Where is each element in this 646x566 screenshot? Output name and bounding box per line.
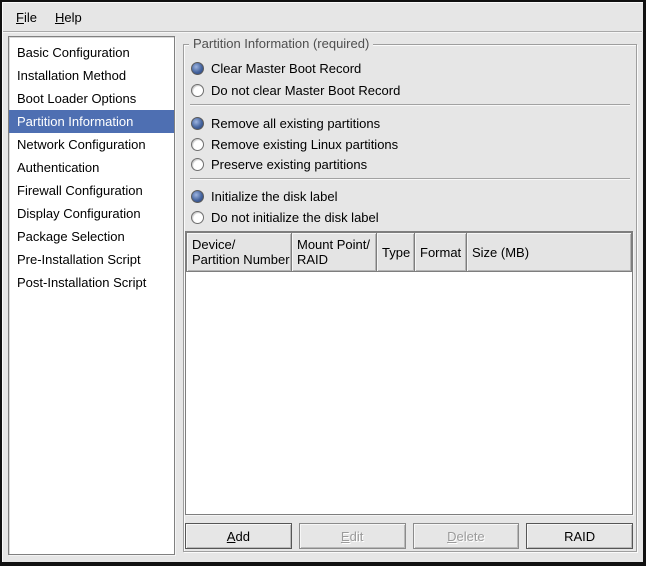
radio-label: Do not initialize the disk label <box>211 210 379 225</box>
button-label: RAID <box>564 529 595 544</box>
radio-selected-icon <box>191 190 204 203</box>
radio-label: Initialize the disk label <box>211 189 337 204</box>
separator <box>190 178 630 180</box>
header-line: Type <box>382 245 409 260</box>
radio-do-not-clear-mbr[interactable]: Do not clear Master Boot Record <box>191 80 400 100</box>
separator <box>190 104 630 106</box>
raid-button[interactable]: RAID <box>526 523 633 549</box>
kickstart-configurator-window: File Help Basic Configuration Installati… <box>0 0 646 566</box>
sidebar-item-display-configuration[interactable]: Display Configuration <box>9 202 174 225</box>
header-line: RAID <box>297 252 371 267</box>
table-header-row: Device/ Partition Number Mount Point/ RA… <box>186 232 632 272</box>
header-line: Mount Point/ <box>297 237 371 252</box>
partitions-table: Device/ Partition Number Mount Point/ RA… <box>185 231 633 515</box>
sidebar-item-pre-installation-script[interactable]: Pre-Installation Script <box>9 248 174 271</box>
menu-bar: File Help <box>3 3 642 32</box>
radio-initialize-disk-label[interactable]: Initialize the disk label <box>191 186 337 206</box>
radio-preserve-partitions[interactable]: Preserve existing partitions <box>191 154 367 174</box>
partition-information-frame: Partition Information (required) Clear M… <box>183 44 637 552</box>
radio-do-not-initialize-disk-label[interactable]: Do not initialize the disk label <box>191 207 379 227</box>
radio-label: Remove existing Linux partitions <box>211 137 398 152</box>
sidebar-item-firewall-configuration[interactable]: Firewall Configuration <box>9 179 174 202</box>
sidebar-item-installation-method[interactable]: Installation Method <box>9 64 174 87</box>
header-line: Size (MB) <box>472 245 626 260</box>
frame-title: Partition Information (required) <box>189 36 373 51</box>
table-body-empty[interactable] <box>186 272 632 514</box>
sidebar-item-boot-loader-options[interactable]: Boot Loader Options <box>9 87 174 110</box>
header-line: Partition Number <box>192 252 286 267</box>
sidebar-item-package-selection[interactable]: Package Selection <box>9 225 174 248</box>
radio-remove-all-partitions[interactable]: Remove all existing partitions <box>191 113 380 133</box>
radio-label: Preserve existing partitions <box>211 157 367 172</box>
column-header-size-mb[interactable]: Size (MB) <box>467 232 632 272</box>
radio-label: Do not clear Master Boot Record <box>211 83 400 98</box>
radio-unselected-icon <box>191 158 204 171</box>
radio-unselected-icon <box>191 84 204 97</box>
sidebar-item-authentication[interactable]: Authentication <box>9 156 174 179</box>
sidebar-item-post-installation-script[interactable]: Post-Installation Script <box>9 271 174 294</box>
category-list: Basic Configuration Installation Method … <box>8 36 175 555</box>
radio-remove-linux-partitions[interactable]: Remove existing Linux partitions <box>191 134 398 154</box>
table-actions: Add Edit Delete RAID <box>185 523 633 549</box>
column-header-mount-point-raid[interactable]: Mount Point/ RAID <box>292 232 377 272</box>
radio-label: Clear Master Boot Record <box>211 61 361 76</box>
menu-file[interactable]: File <box>7 6 46 29</box>
radio-clear-mbr[interactable]: Clear Master Boot Record <box>191 58 361 78</box>
header-line: Format <box>420 245 461 260</box>
radio-selected-icon <box>191 62 204 75</box>
radio-unselected-icon <box>191 211 204 224</box>
delete-button[interactable]: Delete <box>413 523 520 549</box>
edit-button[interactable]: Edit <box>299 523 406 549</box>
column-header-device-partition-number[interactable]: Device/ Partition Number <box>186 232 292 272</box>
column-header-format[interactable]: Format <box>415 232 467 272</box>
column-header-type[interactable]: Type <box>377 232 415 272</box>
menu-help[interactable]: Help <box>46 6 91 29</box>
button-label: Add <box>227 529 250 544</box>
sidebar-item-partition-information[interactable]: Partition Information <box>9 110 174 133</box>
sidebar-item-network-configuration[interactable]: Network Configuration <box>9 133 174 156</box>
add-button[interactable]: Add <box>185 523 292 549</box>
header-line: Device/ <box>192 237 286 252</box>
button-label: Edit <box>341 529 363 544</box>
button-label: Delete <box>447 529 485 544</box>
radio-selected-icon <box>191 117 204 130</box>
sidebar-item-basic-configuration[interactable]: Basic Configuration <box>9 41 174 64</box>
radio-unselected-icon <box>191 138 204 151</box>
radio-label: Remove all existing partitions <box>211 116 380 131</box>
